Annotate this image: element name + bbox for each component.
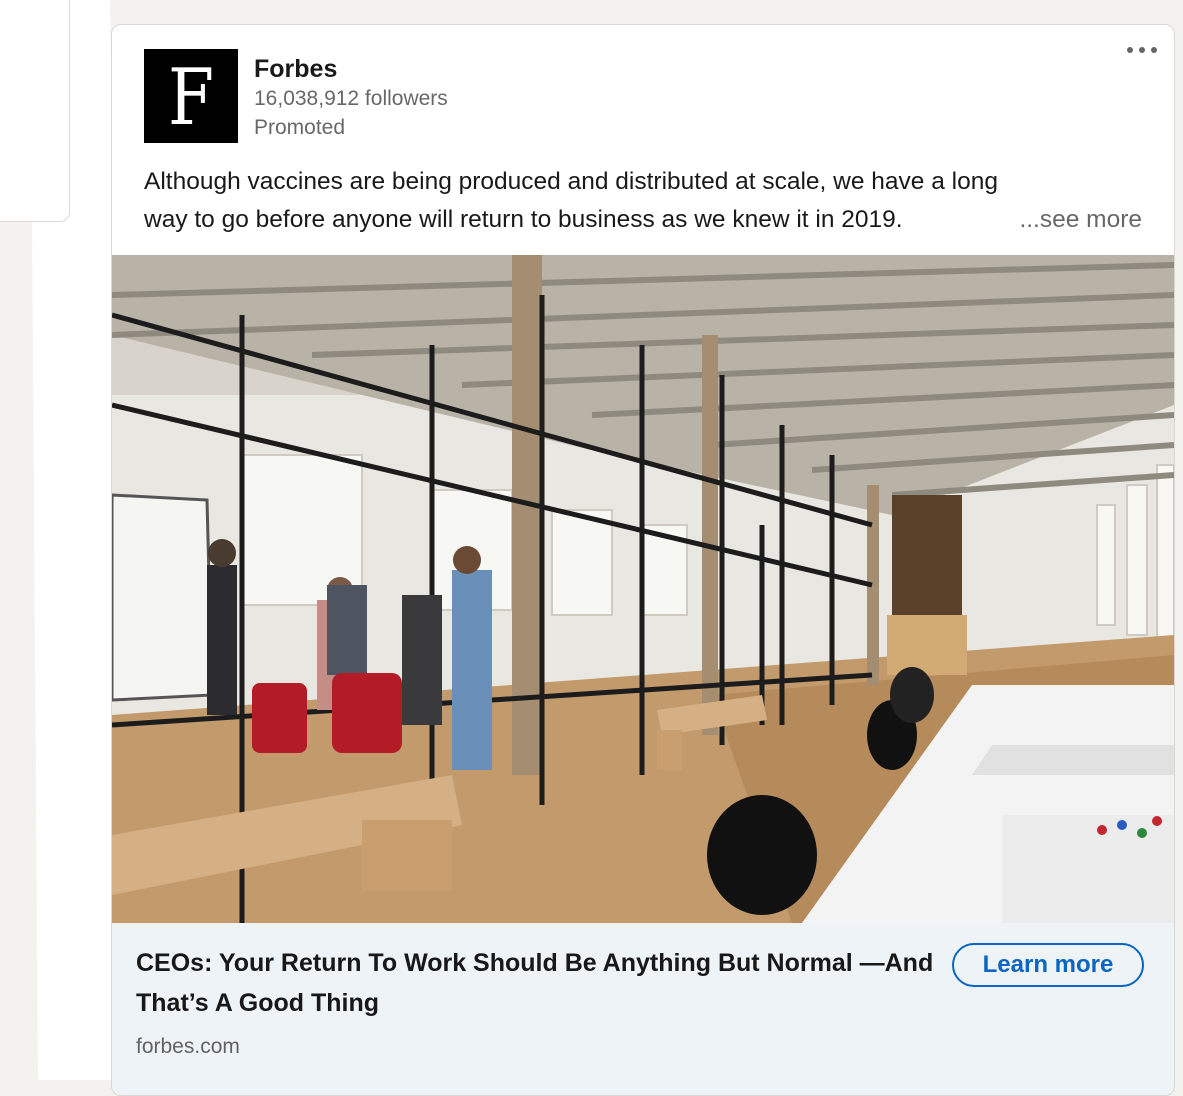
post-header: F Forbes 16,038,912 followers Promoted [144,49,1150,145]
see-more-link[interactable]: ...see more [1009,201,1142,239]
logo-letter: F [167,53,215,143]
promoted-label: Promoted [254,116,346,139]
post-text-line: Although vaccines are being produced and… [144,168,998,195]
left-sidebar-card [0,0,70,222]
post-text-line: way to go before anyone will return to b… [144,201,1142,239]
menu-dot [1127,47,1133,53]
article-footer: CEOs: Your Return To Work Should Be Anyt… [112,923,1174,1095]
learn-more-button[interactable]: Learn more [952,943,1144,987]
article-image[interactable] [112,255,1174,923]
sponsored-post-card: F Forbes 16,038,912 followers Promoted A… [111,24,1175,1096]
menu-dot [1151,47,1157,53]
company-name[interactable]: Forbes [254,55,337,84]
office-interior-illustration [112,255,1174,923]
follower-count: 16,038,912 followers [254,87,448,110]
menu-dot [1139,47,1145,53]
post-text: Although vaccines are being produced and… [144,163,1142,239]
post-text-line-content: way to go before anyone will return to b… [144,206,903,233]
company-logo[interactable]: F [144,49,238,143]
article-domain: forbes.com [136,1035,240,1058]
article-headline[interactable]: CEOs: Your Return To Work Should Be Anyt… [136,943,936,1023]
more-horizontal-icon[interactable] [1120,35,1164,65]
